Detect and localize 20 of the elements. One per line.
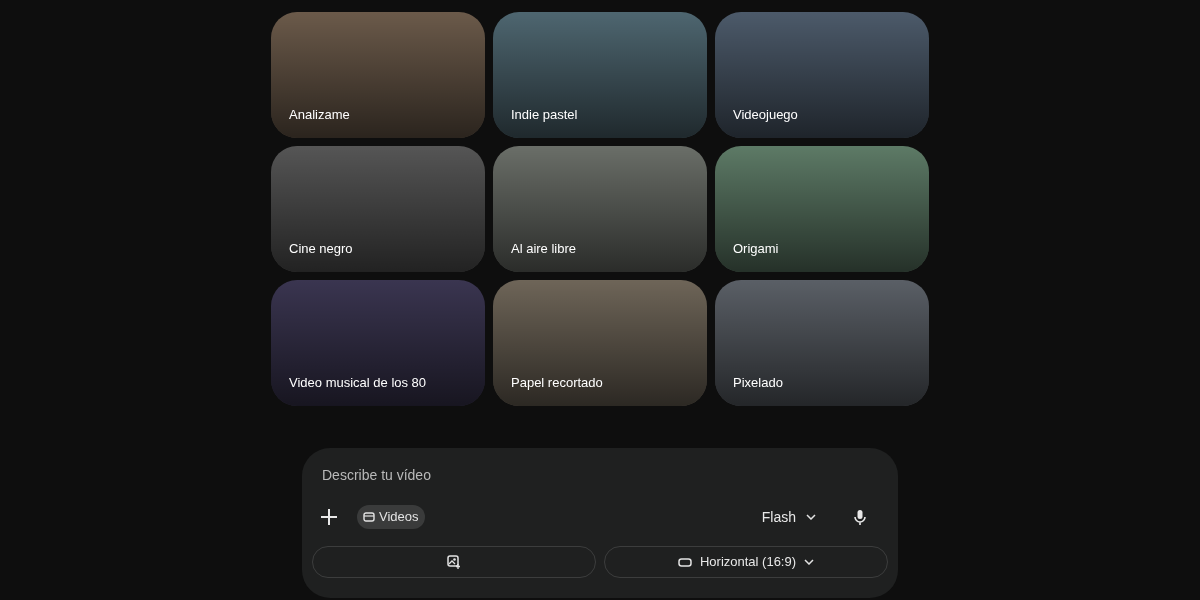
style-card[interactable]: Papel recortado: [493, 280, 707, 406]
style-card[interactable]: Origami: [715, 146, 929, 272]
videos-chip[interactable]: Videos: [357, 505, 425, 529]
caret-icon: [804, 559, 815, 565]
style-card[interactable]: Indie pastel: [493, 12, 707, 138]
style-card[interactable]: Cine negro: [271, 146, 485, 272]
style-card[interactable]: Video musical de los 80: [271, 280, 485, 406]
image-add-icon: [447, 555, 461, 569]
prompt-input[interactable]: Describe tu vídeo: [322, 464, 878, 486]
microphone-icon: [854, 508, 866, 526]
add-button[interactable]: [318, 506, 340, 528]
style-card[interactable]: Al aire libre: [493, 146, 707, 272]
style-card[interactable]: Videojuego: [715, 12, 929, 138]
model-dropdown[interactable]: Flash: [757, 506, 820, 528]
rectangle-icon: [677, 557, 692, 567]
style-card[interactable]: Analizame: [271, 12, 485, 138]
plus-icon: [320, 508, 338, 526]
video-icon: [363, 512, 375, 522]
caret-icon: [806, 514, 816, 520]
style-card[interactable]: Pixelado: [715, 280, 929, 406]
